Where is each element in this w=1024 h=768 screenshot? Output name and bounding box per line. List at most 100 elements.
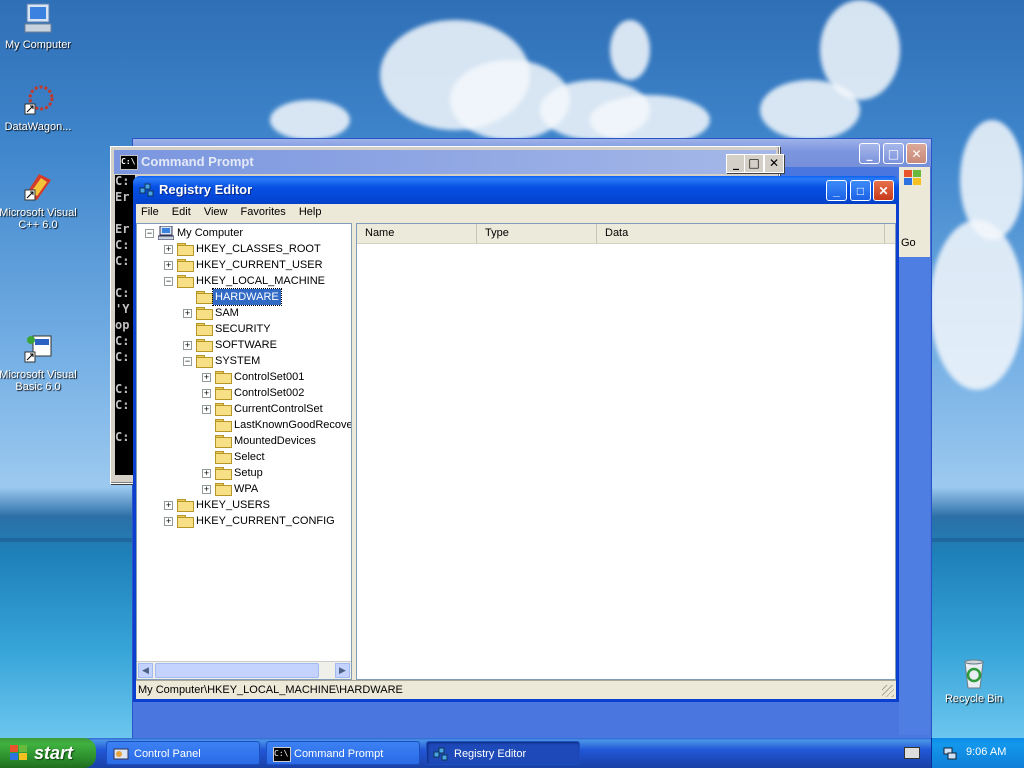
desktop-icon-datawagon[interactable]: DataWagon... [0, 84, 78, 133]
tree-item[interactable]: + HKEY_CURRENT_CONFIG [137, 513, 351, 529]
registry-editor-titlebar[interactable]: Registry Editor _ □ ✕ [133, 176, 899, 204]
collapse-icon[interactable]: − [183, 357, 192, 366]
tree-item-label: Select [234, 451, 265, 463]
maximize-button[interactable]: □ [744, 154, 764, 173]
tree-item-label: SAM [215, 307, 239, 319]
tree-item-label: Setup [234, 467, 263, 479]
console-line: 'Y [115, 302, 130, 316]
folder-icon [177, 259, 194, 272]
console-line: op [115, 318, 130, 332]
taskbar-button-control-panel[interactable]: Control Panel [106, 741, 260, 765]
keyboard-icon[interactable] [904, 747, 920, 759]
expand-icon[interactable]: + [202, 389, 211, 398]
expand-icon[interactable]: + [202, 469, 211, 478]
column-header-type[interactable]: Type [477, 224, 597, 243]
tree-item[interactable]: + HKEY_CURRENT_USER [137, 257, 351, 273]
datawagon-icon [21, 84, 55, 118]
console-line: C: [115, 430, 130, 444]
desktop-icon-my-computer[interactable]: My Computer [0, 2, 78, 51]
tree-item-label: WPA [234, 483, 259, 495]
expand-icon[interactable]: + [202, 485, 211, 494]
desktop-icon-visual-cpp[interactable]: Microsoft Visual C++ 6.0 [0, 170, 78, 231]
tree-item[interactable]: + CurrentControlSet [137, 401, 351, 417]
desktop-icon-label: Microsoft Visual C++ 6.0 [0, 207, 77, 231]
taskbar-button-command-prompt[interactable]: C:\ Command Prompt [266, 741, 420, 765]
minimize-button[interactable]: _ [859, 143, 880, 164]
tree-item[interactable]: LastKnownGoodRecove [137, 417, 351, 433]
tree-item[interactable]: + HKEY_USERS [137, 497, 351, 513]
expand-icon[interactable]: + [164, 501, 173, 510]
menu-file[interactable]: File [136, 204, 164, 220]
registry-editor-window[interactable]: Registry Editor _ □ ✕ File Edit View Fav… [133, 176, 899, 702]
maximize-button[interactable]: □ [850, 180, 871, 201]
expand-icon[interactable]: + [183, 341, 192, 350]
network-icon[interactable] [942, 745, 958, 761]
tree-item[interactable]: + SAM [137, 305, 351, 321]
scroll-right-arrow-icon[interactable]: ▶ [335, 663, 350, 678]
tree-item[interactable]: Select [137, 449, 351, 465]
folder-icon [215, 435, 232, 448]
resize-grip-icon[interactable] [882, 685, 894, 697]
taskbar-button-label: Control Panel [134, 748, 201, 760]
tree-item[interactable]: SECURITY [137, 321, 351, 337]
close-button[interactable]: ✕ [764, 154, 784, 173]
go-button[interactable]: Go [901, 237, 916, 249]
tree-item[interactable]: + ControlSet001 [137, 369, 351, 385]
expand-icon[interactable]: + [202, 405, 211, 414]
tree-item[interactable]: MountedDevices [137, 433, 351, 449]
console-output[interactable]: C: Er Er C: C: C: 'Y op C: C: C: C: C: [115, 174, 135, 475]
menu-edit[interactable]: Edit [167, 204, 196, 220]
tree-item[interactable]: + Setup [137, 465, 351, 481]
column-header-data[interactable]: Data [597, 224, 885, 243]
tree-item-label: CurrentControlSet [234, 403, 323, 415]
expand-icon[interactable]: + [183, 309, 192, 318]
tree-item[interactable]: − HKEY_LOCAL_MACHINE [137, 273, 351, 289]
minimize-button[interactable]: _ [726, 154, 746, 173]
tree-item[interactable]: − My Computer [137, 225, 351, 241]
desktop-icon-visual-basic[interactable]: Microsoft Visual Basic 6.0 [0, 332, 78, 393]
tree-item[interactable]: HARDWARE [137, 288, 351, 306]
menu-help[interactable]: Help [294, 204, 327, 220]
minimize-button[interactable]: _ [826, 180, 847, 201]
list-header: Name Type Data [357, 224, 895, 244]
start-button[interactable]: start [0, 738, 96, 768]
expand-icon[interactable]: + [164, 261, 173, 270]
command-prompt-titlebar[interactable]: C:\ Command Prompt _ □ ✕ [114, 150, 784, 174]
collapse-icon[interactable]: − [164, 277, 173, 286]
registry-tree[interactable]: + HKEY_CURRENT_CONFIG + HKEY_USERS + WPA + Setu… [136, 223, 352, 680]
tree-item[interactable]: + ControlSet002 [137, 385, 351, 401]
tree-item-label: HARDWARE [212, 288, 282, 306]
menu-view[interactable]: View [199, 204, 233, 220]
expand-icon[interactable]: + [164, 245, 173, 254]
system-tray: 9:06 AM [931, 738, 1024, 768]
expand-icon[interactable]: + [164, 517, 173, 526]
tree-item-label: HKEY_LOCAL_MACHINE [196, 275, 325, 287]
tree-item[interactable]: + WPA [137, 481, 351, 497]
taskbar-button-registry-editor[interactable]: Registry Editor [426, 741, 580, 765]
windows-logo-icon [10, 745, 28, 761]
desktop-icon-recycle-bin[interactable]: Recycle Bin [934, 656, 1014, 705]
tree-horizontal-scrollbar[interactable]: ◀ ▶ [137, 661, 351, 679]
tree-item-label: My Computer [177, 227, 244, 239]
scroll-left-arrow-icon[interactable]: ◀ [138, 663, 153, 678]
clock[interactable]: 9:06 AM [966, 746, 1006, 758]
scroll-thumb[interactable] [155, 663, 319, 678]
tree-item[interactable]: − SYSTEM [137, 353, 351, 369]
console-line: Er [115, 222, 130, 236]
tree-item-label: HKEY_CLASSES_ROOT [196, 243, 321, 255]
close-button[interactable]: ✕ [906, 143, 927, 164]
tree-item-label: ControlSet001 [234, 371, 305, 383]
column-header-name[interactable]: Name [357, 224, 477, 243]
menu-favorites[interactable]: Favorites [236, 204, 291, 220]
start-label: start [34, 743, 74, 763]
close-button[interactable]: ✕ [873, 180, 894, 201]
console-line: C: [115, 382, 130, 396]
values-list[interactable]: Name Type Data [356, 223, 896, 680]
expand-icon[interactable]: + [202, 373, 211, 382]
tree-item[interactable]: + SOFTWARE [137, 337, 351, 353]
collapse-icon[interactable]: − [145, 229, 154, 238]
tree-item[interactable]: + HKEY_CLASSES_ROOT [137, 241, 351, 257]
maximize-button[interactable]: □ [883, 143, 904, 164]
folder-icon [196, 291, 213, 304]
